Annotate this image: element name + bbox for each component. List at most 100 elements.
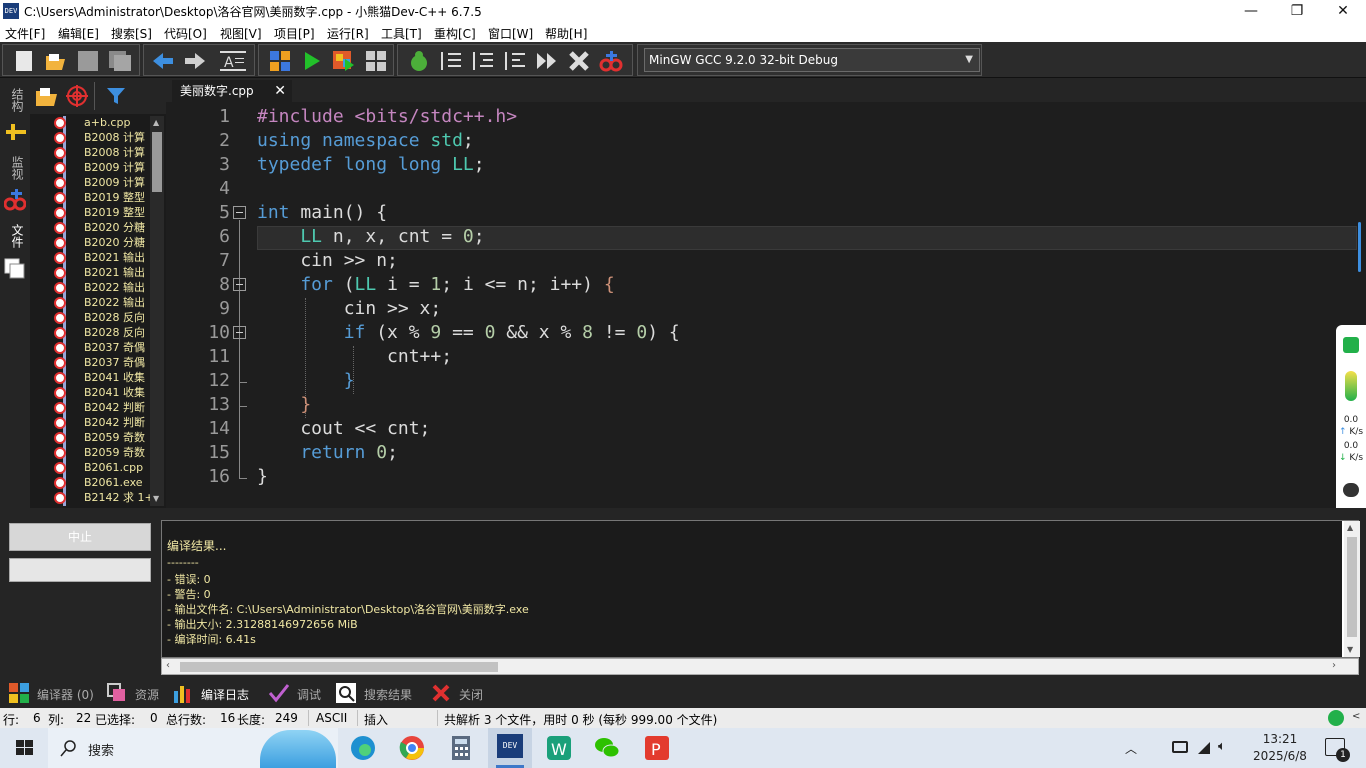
menu-file[interactable]: 文件[F]: [5, 25, 45, 42]
log-vertical-scrollbar[interactable]: ▲ ▼: [1344, 521, 1360, 657]
compile-log[interactable]: 编译结果... -------- - 错误: 0 - 警告: 0 - 输出文件名: C:…: [161, 520, 1360, 658]
close-icon[interactable]: ✕: [274, 80, 286, 102]
files-icon[interactable]: [4, 258, 26, 280]
calculator-icon[interactable]: [446, 733, 476, 763]
status-encoding[interactable]: ASCII: [316, 711, 347, 725]
chat-bubble-icon[interactable]: [1343, 483, 1359, 497]
scroll-down-icon[interactable]: ▼: [153, 494, 159, 503]
add-icon[interactable]: [6, 124, 26, 140]
editor-scroll-indicator[interactable]: [1358, 222, 1361, 272]
file-list: a+b.cpp B2008 计算 B2008 计算 B2009 计算 B2009 计算 B…: [30, 116, 150, 506]
stop-icon[interactable]: [566, 48, 592, 74]
menu-run[interactable]: 运行[R]: [327, 25, 369, 42]
save-all-icon[interactable]: [107, 48, 133, 74]
tab-watch[interactable]: 监视: [6, 156, 26, 180]
word-app-icon[interactable]: W: [544, 733, 574, 763]
scroll-thumb[interactable]: [180, 662, 498, 672]
edge-browser-icon[interactable]: [348, 733, 378, 763]
log-line: - 输出文件名: C:\Users\Administrator\Desktop\…: [167, 603, 529, 616]
scroll-thumb[interactable]: [1347, 537, 1357, 637]
target-icon[interactable]: [65, 85, 89, 107]
stop-button[interactable]: 中止: [9, 523, 151, 551]
maximize-button[interactable]: ❐: [1274, 0, 1320, 22]
step-over-icon[interactable]: [438, 48, 464, 74]
fold-toggle-icon[interactable]: [233, 278, 246, 291]
divider: [357, 710, 358, 726]
devcpp-taskbar-button[interactable]: DEV: [488, 728, 532, 768]
minimize-button[interactable]: —: [1228, 0, 1274, 22]
scroll-right-icon[interactable]: ›: [1332, 660, 1336, 671]
taskbar-search-box[interactable]: 搜索: [48, 728, 338, 768]
watch-glasses-icon[interactable]: [3, 188, 27, 212]
save-icon[interactable]: [75, 48, 101, 74]
log-line: - 编译时间: 6.41s: [167, 633, 256, 646]
scroll-up-icon[interactable]: ▲: [1347, 523, 1353, 532]
back-arrow-icon[interactable]: [150, 48, 176, 74]
file-name: B2009 计算: [84, 176, 146, 189]
chevron-left-icon[interactable]: <: [1352, 711, 1360, 722]
taskbar-clock-date[interactable]: 2025/6/8: [1246, 749, 1314, 763]
download-speed: 0.0: [1343, 441, 1359, 451]
status-total-lines-value: 16: [220, 711, 236, 725]
sync-icon[interactable]: [1328, 710, 1344, 726]
open-folder-icon[interactable]: [35, 85, 59, 107]
tab-files[interactable]: 文件: [6, 224, 26, 248]
compile-run-icon[interactable]: [331, 48, 357, 74]
battery-icon[interactable]: [1172, 741, 1188, 753]
step-into-icon[interactable]: [470, 48, 496, 74]
menu-window[interactable]: 窗口[W]: [488, 25, 533, 42]
pdf-app-icon[interactable]: P: [642, 733, 672, 763]
project-scrollbar[interactable]: ▲ ▼: [150, 116, 164, 506]
tab-structure[interactable]: 结构: [6, 88, 26, 112]
file-name: B2037 奇偶: [84, 356, 146, 369]
menu-view[interactable]: 视图[V]: [220, 25, 262, 42]
scroll-up-icon[interactable]: ▲: [153, 118, 159, 127]
format-code-icon[interactable]: A: [220, 48, 246, 74]
step-out-icon[interactable]: [502, 48, 528, 74]
editor-tab-label: 美丽数字.cpp: [180, 84, 254, 98]
compiler-select[interactable]: MinGW GCC 9.2.0 32-bit Debug ▼: [644, 48, 980, 72]
compile-icon[interactable]: [267, 48, 293, 74]
menu-edit[interactable]: 编辑[E]: [58, 25, 99, 42]
taskbar-clock-time[interactable]: 13:21: [1250, 732, 1310, 746]
scroll-thumb[interactable]: [152, 132, 162, 192]
open-folder-icon[interactable]: [43, 48, 69, 74]
menu-project[interactable]: 项目[P]: [274, 25, 315, 42]
scroll-left-icon[interactable]: ‹: [166, 660, 170, 671]
toolbar-group-nav: A: [143, 44, 255, 76]
run-icon[interactable]: [299, 48, 325, 74]
menu-help[interactable]: 帮助[H]: [545, 25, 587, 42]
cpp-file-icon: [54, 447, 66, 459]
svg-text:P: P: [651, 740, 661, 759]
menu-search[interactable]: 搜索[S]: [111, 25, 152, 42]
forward-arrow-icon[interactable]: [182, 48, 208, 74]
wechat-icon[interactable]: [592, 733, 622, 763]
log-horizontal-scrollbar[interactable]: ‹ ›: [161, 658, 1359, 675]
menu-refactor[interactable]: 重构[C]: [434, 25, 476, 42]
scroll-down-icon[interactable]: ▼: [1347, 645, 1353, 654]
fold-toggle-icon[interactable]: [233, 326, 246, 339]
left-tab-strip: 结构 监视 文件: [0, 78, 30, 508]
volume-icon[interactable]: 🔈︎: [1218, 739, 1226, 754]
cpp-file-icon: [54, 237, 66, 249]
log-line: 编译结果...: [167, 539, 227, 553]
rebuild-icon[interactable]: [363, 48, 389, 74]
continue-icon[interactable]: [534, 48, 560, 74]
code-editor[interactable]: 1 2 3 4 5 6 7 8 9 10 11 12 13 14 15 16 #include <bits/s…: [166, 102, 1366, 508]
shield-icon[interactable]: [1343, 337, 1359, 353]
code-line: if (x % 9 == 0 && x % 8 != 0) {: [257, 322, 680, 343]
chrome-browser-icon[interactable]: [397, 733, 427, 763]
filter-icon[interactable]: [106, 86, 126, 106]
line-number: 11: [208, 346, 230, 367]
menu-tools[interactable]: 工具[T]: [381, 25, 422, 42]
new-file-icon[interactable]: [11, 48, 37, 74]
chevron-up-icon[interactable]: ︿: [1125, 740, 1137, 757]
fold-toggle-icon[interactable]: [233, 206, 246, 219]
debug-icon[interactable]: [406, 48, 432, 74]
windows-start-icon[interactable]: [10, 733, 40, 763]
wifi-icon[interactable]: [1197, 740, 1211, 754]
editor-tab[interactable]: 美丽数字.cpp ✕: [172, 80, 292, 102]
add-watch-icon[interactable]: [598, 48, 624, 74]
close-button[interactable]: ✕: [1320, 0, 1366, 22]
menu-code[interactable]: 代码[O]: [164, 25, 207, 42]
